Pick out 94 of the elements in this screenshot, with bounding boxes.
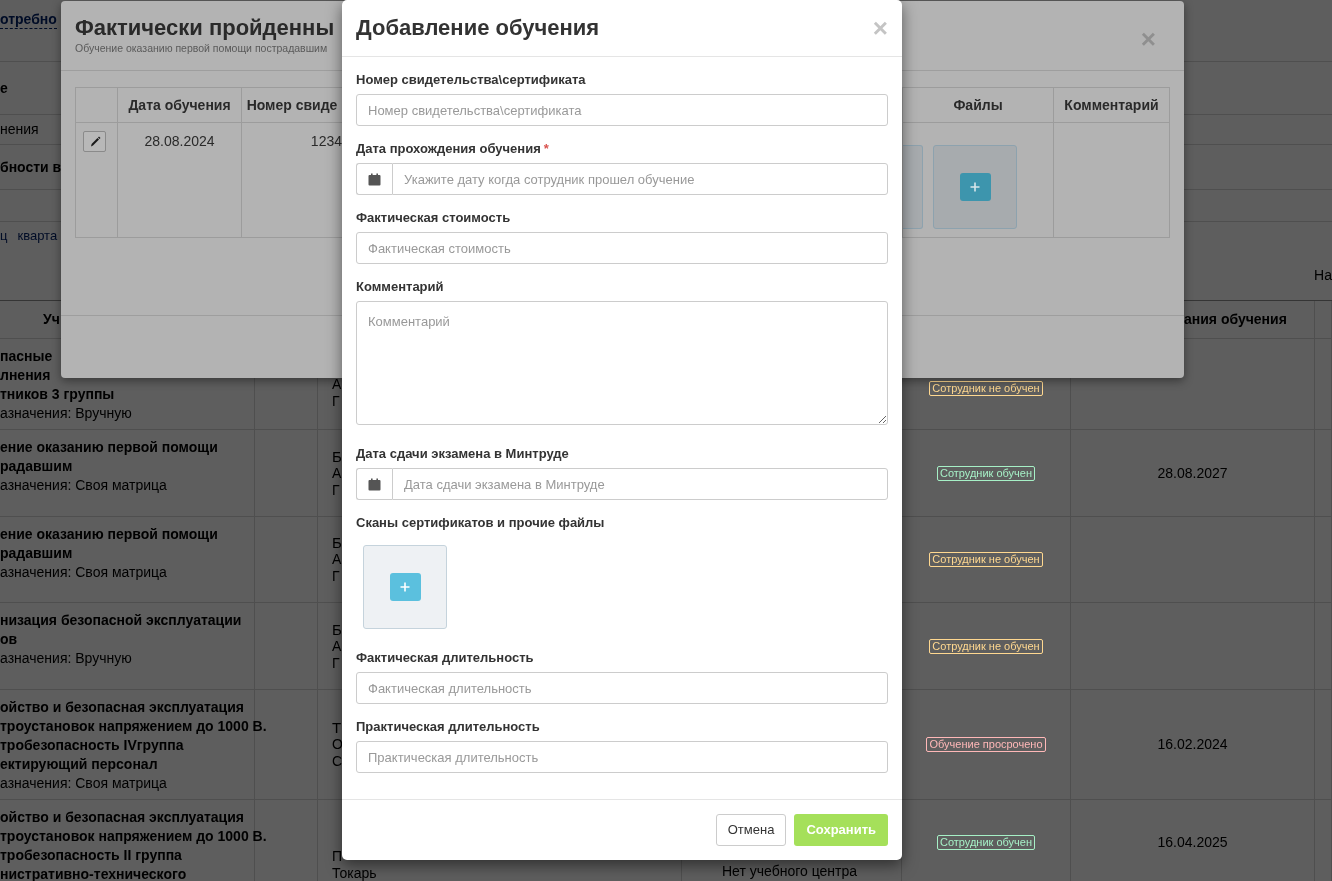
page-link[interactable]: отребно bbox=[0, 11, 57, 29]
course-title: ойство и безопасная эксплуатация bbox=[0, 698, 244, 717]
employee-text: А bbox=[332, 637, 342, 655]
column-header: Файлы bbox=[953, 95, 1003, 115]
course-title: ение оказанию первой помощи bbox=[0, 438, 218, 457]
status-tag: Сотрудник не обучен bbox=[929, 638, 1043, 654]
column-header: Дата обучения bbox=[128, 95, 231, 115]
calendar-button[interactable] bbox=[356, 163, 392, 195]
input-field[interactable]: Практическая длительность bbox=[356, 741, 888, 773]
period-link[interactable]: кварта bbox=[17, 226, 58, 246]
field-label: Фактическая длительность bbox=[356, 650, 534, 666]
column-header: Комментарий bbox=[1064, 95, 1159, 115]
employee-text: Б bbox=[332, 534, 342, 551]
status-tag: Сотрудник не обучен bbox=[929, 381, 1043, 396]
employee-text: Г bbox=[332, 393, 340, 410]
save-button[interactable]: Сохранить bbox=[794, 814, 888, 846]
course-title: радавшим bbox=[0, 457, 73, 476]
course-title: тников 3 группы bbox=[0, 385, 115, 404]
employee-text: Г bbox=[332, 568, 340, 585]
employee-text: Б bbox=[332, 620, 342, 638]
employee-text: П bbox=[332, 848, 343, 865]
field-label: Сканы сертификатов и прочие файлы bbox=[356, 515, 605, 531]
status-tag: Обучение просрочено bbox=[926, 737, 1046, 752]
field-label: Комментарий bbox=[356, 279, 444, 295]
field-label: Практическая длительность bbox=[356, 719, 540, 735]
close-button[interactable]: × bbox=[1140, 27, 1156, 51]
course-title: лнения bbox=[0, 366, 51, 385]
assignment-text: азначения: Вручную bbox=[0, 649, 132, 668]
course-title: ектирующий персонал bbox=[0, 755, 158, 774]
training-center-text: Нет учебного центра bbox=[722, 862, 858, 881]
calendar-icon bbox=[368, 477, 381, 491]
comment-field[interactable]: Комментарий bbox=[356, 301, 888, 425]
toolbar-label: На bbox=[1314, 265, 1332, 285]
assignment-text: азначения: Своя матрица bbox=[0, 774, 167, 793]
period-link[interactable]: ц bbox=[0, 226, 8, 246]
assignment-text: азначения: Своя матрица bbox=[0, 563, 167, 582]
employee-text: Б bbox=[332, 447, 342, 465]
input-field[interactable]: Номер свидетельства\сертификата bbox=[356, 94, 888, 126]
date-text: 28.08.2027 bbox=[1157, 463, 1228, 483]
course-title: троустановок напряжением до 1000 В. bbox=[0, 717, 267, 736]
employee-text: А bbox=[332, 376, 342, 393]
employee-text: Г bbox=[332, 481, 340, 499]
status-tag: Сотрудник обучен bbox=[936, 834, 1036, 850]
course-title: низация безопасной эксплуатации bbox=[0, 611, 242, 630]
plus-icon bbox=[970, 182, 980, 192]
cancel-button[interactable]: Отмена bbox=[715, 814, 787, 846]
table-cell: 1234 bbox=[310, 133, 342, 149]
field-label: Дата сдачи экзамена в Минтруде bbox=[356, 446, 569, 462]
modal-subtitle: Обучение оказанию первой помощи пострадавшим bbox=[75, 41, 329, 55]
close-button[interactable]: × bbox=[872, 16, 888, 40]
status-tag: Сотрудник не обучен bbox=[929, 552, 1043, 567]
required-mark: * bbox=[543, 141, 549, 157]
plus-icon bbox=[400, 582, 410, 592]
modal-title: Добавление обучения bbox=[356, 14, 600, 42]
assignment-text: азначения: Вручную bbox=[0, 404, 132, 423]
field-label: Фактическая стоимость bbox=[356, 210, 511, 226]
course-title: тробезопасность IVгруппа bbox=[0, 736, 184, 755]
date-field[interactable]: Укажите дату когда сотрудник прошел обучение bbox=[392, 163, 888, 195]
modal-title: Фактически пройденны bbox=[75, 15, 335, 41]
column-header: Номер свиде bbox=[246, 95, 338, 115]
course-title: ойство и безопасная эксплуатация bbox=[0, 808, 244, 827]
course-title: ение оказанию первой помощи bbox=[0, 525, 218, 544]
course-title: ов bbox=[0, 630, 18, 649]
pencil-icon bbox=[88, 135, 101, 148]
edit-button[interactable] bbox=[83, 131, 106, 152]
field-label: Номер свидетельства\сертификата bbox=[356, 72, 586, 88]
date-field[interactable]: Дата сдачи экзамена в Минтруде bbox=[392, 468, 888, 500]
course-title: тробезопасность II группа bbox=[0, 846, 182, 865]
calendar-button[interactable] bbox=[356, 468, 392, 500]
date-text: 16.04.2025 bbox=[1157, 832, 1228, 852]
field-label: нения bbox=[0, 120, 39, 139]
section-heading: е bbox=[0, 78, 8, 98]
employee-text: С bbox=[332, 753, 343, 770]
course-title: троустановок напряжением до 1000 В. bbox=[0, 827, 267, 846]
course-title: радавшим bbox=[0, 544, 73, 563]
course-title: нистративно-технического bbox=[0, 865, 187, 881]
employee-text: О bbox=[332, 736, 343, 753]
calendar-icon bbox=[368, 172, 381, 186]
employee-text: Токарь bbox=[332, 865, 377, 881]
table-cell: 28.08.2024 bbox=[144, 133, 215, 149]
employee-text: А bbox=[332, 551, 342, 568]
column-header: Уч bbox=[43, 310, 60, 329]
employee-text: Г bbox=[332, 654, 340, 672]
assignment-text: азначения: Своя матрица bbox=[0, 476, 167, 495]
column-header: ания обучения bbox=[1184, 310, 1287, 329]
date-text: 16.02.2024 bbox=[1157, 735, 1228, 754]
employee-text: А bbox=[332, 464, 342, 482]
input-field[interactable]: Фактическая длительность bbox=[356, 672, 888, 704]
section-heading: бности в bbox=[0, 157, 62, 177]
input-field[interactable]: Фактическая стоимость bbox=[356, 232, 888, 264]
employee-text: Т bbox=[332, 719, 342, 736]
course-title: пасные bbox=[0, 347, 53, 366]
status-tag: Сотрудник обучен bbox=[936, 465, 1036, 481]
field-label: Дата прохождения обучения bbox=[356, 141, 541, 157]
